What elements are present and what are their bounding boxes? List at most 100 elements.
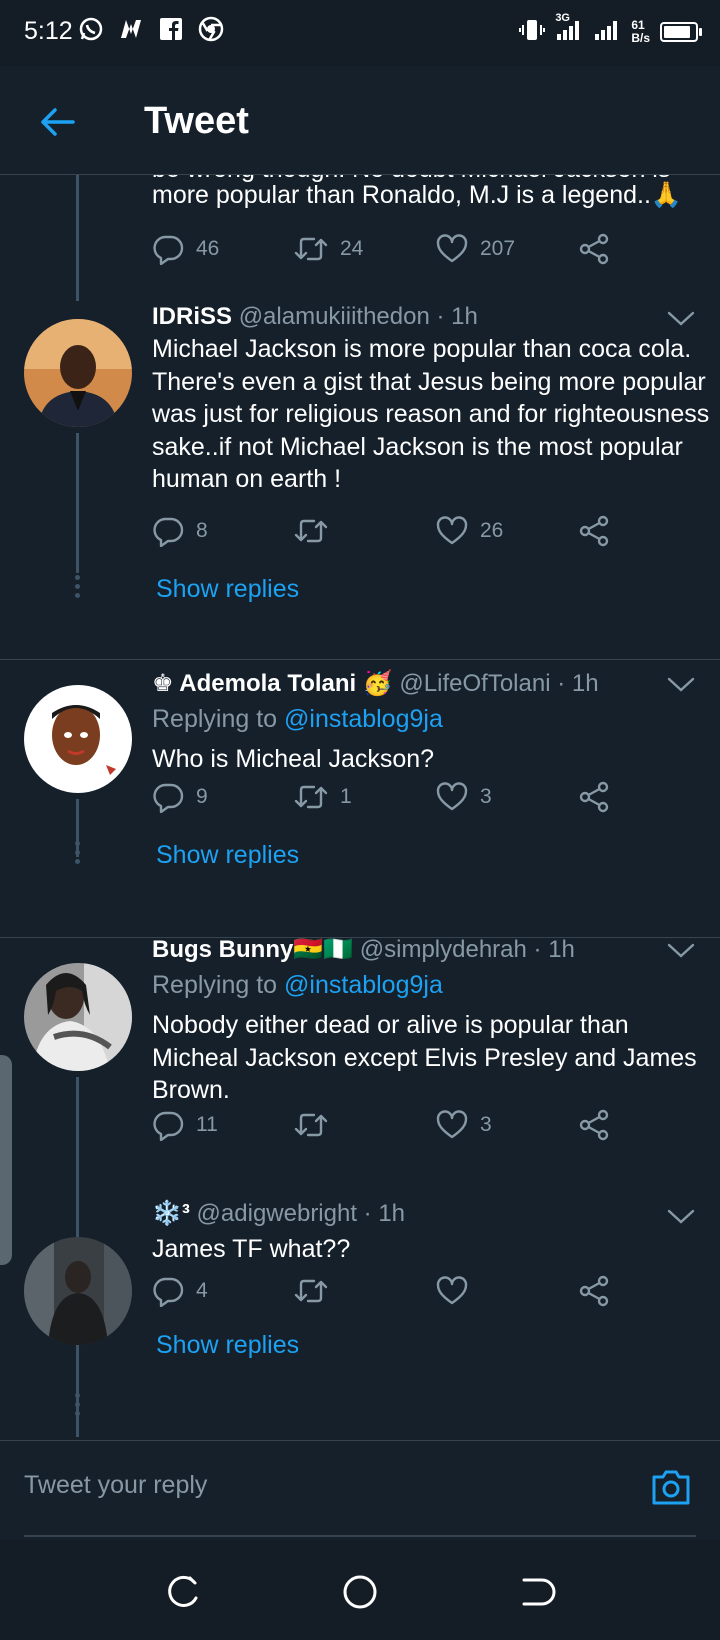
share-button[interactable] bbox=[578, 779, 610, 815]
avatar[interactable] bbox=[24, 1237, 132, 1345]
reply-button[interactable]: 11 bbox=[152, 1107, 218, 1143]
reply-input[interactable]: Tweet your reply bbox=[24, 1471, 207, 1500]
edge-panel-handle[interactable] bbox=[0, 1055, 12, 1265]
like-button[interactable]: 207 bbox=[436, 231, 515, 267]
like-button[interactable]: 26 bbox=[436, 513, 503, 549]
battery-fill bbox=[664, 25, 690, 38]
share-button[interactable] bbox=[578, 1107, 610, 1143]
reply-count: 9 bbox=[196, 785, 208, 808]
share-button[interactable] bbox=[578, 513, 610, 549]
display-name[interactable]: ♚ Ademola Tolani 🥳 bbox=[152, 670, 393, 697]
replying-handle-link[interactable]: @instablog9ja bbox=[284, 971, 443, 999]
reply-button[interactable]: 4 bbox=[152, 1273, 208, 1309]
thread-line bbox=[76, 433, 79, 573]
retweet-button[interactable] bbox=[294, 1107, 340, 1143]
news-icon bbox=[118, 16, 144, 42]
back-nav-icon[interactable] bbox=[516, 1572, 556, 1612]
reply-button[interactable]: 9 bbox=[152, 779, 208, 815]
user-handle[interactable]: @adigwebright bbox=[197, 1200, 357, 1227]
reply-icon bbox=[153, 1277, 184, 1307]
tweet-actions: 46 24 207 bbox=[152, 231, 622, 267]
page-title: Tweet bbox=[144, 100, 249, 142]
like-count: 26 bbox=[480, 519, 504, 542]
tweet-actions: 11 3 bbox=[152, 1107, 622, 1143]
replying-to: Replying to @instablog9ja bbox=[152, 971, 443, 1000]
share-icon bbox=[579, 515, 609, 547]
reply-count: 4 bbox=[196, 1279, 208, 1302]
retweet-button[interactable]: 24 bbox=[294, 231, 363, 267]
back-button[interactable] bbox=[30, 98, 84, 146]
facebook-icon bbox=[158, 16, 184, 42]
reply-icon bbox=[153, 783, 184, 813]
reply-icon bbox=[153, 235, 184, 265]
tweet-time: · 1h bbox=[557, 670, 599, 697]
notification-icons bbox=[78, 16, 224, 42]
retweet-count: 24 bbox=[340, 237, 364, 260]
heart-icon bbox=[436, 1110, 468, 1139]
user-handle[interactable]: @simplydehrah bbox=[360, 936, 527, 963]
network-speed: 61 B/s bbox=[631, 17, 650, 45]
status-time: 5:12 bbox=[24, 17, 73, 45]
show-replies-link[interactable]: Show replies bbox=[156, 841, 299, 870]
net-speed-value: 61 bbox=[631, 17, 645, 32]
net-speed-unit: B/s bbox=[631, 30, 650, 45]
retweet-icon bbox=[294, 237, 328, 261]
retweet-icon bbox=[294, 519, 328, 543]
share-icon bbox=[579, 233, 609, 265]
replying-to: Replying to @instablog9ja bbox=[152, 705, 443, 734]
share-button[interactable] bbox=[578, 1273, 610, 1309]
show-replies-link[interactable]: Show replies bbox=[156, 575, 299, 604]
reply-icon bbox=[153, 517, 184, 547]
share-icon bbox=[579, 781, 609, 813]
top-app-bar: Tweet bbox=[0, 66, 720, 175]
arrow-left-icon bbox=[41, 108, 75, 136]
thread-line bbox=[76, 175, 79, 301]
heart-icon bbox=[436, 234, 468, 263]
avatar[interactable] bbox=[24, 685, 132, 793]
tweet-actions: 8 26 bbox=[152, 513, 622, 549]
avatar[interactable] bbox=[24, 319, 132, 427]
user-handle[interactable]: @alamukiiithedon bbox=[239, 303, 430, 330]
retweet-button[interactable] bbox=[294, 1273, 340, 1309]
tweet-actions: 9 1 3 bbox=[152, 779, 622, 815]
heart-icon bbox=[436, 782, 468, 811]
system-indicators: 3G 61 B/s bbox=[519, 12, 702, 45]
like-button[interactable] bbox=[436, 1273, 480, 1309]
like-count: 3 bbox=[480, 1113, 492, 1136]
whatsapp-icon bbox=[78, 16, 104, 42]
share-button[interactable] bbox=[578, 231, 610, 267]
chevron-down-icon[interactable] bbox=[666, 675, 696, 695]
display-name[interactable]: Bugs Bunny🇬🇭🇳🇬 bbox=[152, 936, 353, 963]
chevron-down-icon[interactable] bbox=[666, 309, 696, 329]
camera-icon[interactable] bbox=[650, 1467, 692, 1507]
retweet-button[interactable] bbox=[294, 513, 340, 549]
recents-icon[interactable] bbox=[164, 1572, 204, 1612]
conversation-thread[interactable]: be wrong though. No doubt Michael Jackso… bbox=[0, 175, 720, 1440]
user-handle[interactable]: @LifeOfTolani bbox=[399, 670, 550, 697]
more-dots bbox=[75, 575, 80, 598]
like-button[interactable]: 3 bbox=[436, 1107, 492, 1143]
chevron-down-icon[interactable] bbox=[666, 941, 696, 961]
vibrate-icon bbox=[519, 18, 546, 45]
tweet-text: Nobody either dead or alive is popular t… bbox=[152, 1011, 697, 1104]
reply-button[interactable]: 8 bbox=[152, 513, 208, 549]
system-nav-bar bbox=[0, 1540, 720, 1640]
avatar[interactable] bbox=[24, 963, 132, 1071]
like-button[interactable]: 3 bbox=[436, 779, 492, 815]
reply-button[interactable]: 46 bbox=[152, 231, 219, 267]
home-icon[interactable] bbox=[340, 1572, 380, 1612]
retweet-button[interactable]: 1 bbox=[294, 779, 352, 815]
display-name[interactable]: IDRiSS bbox=[152, 303, 232, 330]
signal-icon-sim1: 3G bbox=[555, 12, 583, 45]
tweet-actions: 4 bbox=[152, 1273, 622, 1309]
chevron-down-icon[interactable] bbox=[666, 1207, 696, 1227]
show-replies-link[interactable]: Show replies bbox=[156, 1331, 299, 1360]
tweet-time: · 1h bbox=[436, 303, 478, 330]
display-name[interactable]: ❄️³ bbox=[152, 1200, 190, 1227]
replying-handle-link[interactable]: @instablog9ja bbox=[284, 705, 443, 733]
reply-input-underline bbox=[24, 1535, 696, 1537]
reply-count: 46 bbox=[196, 237, 220, 260]
tweet-text: James TF what?? bbox=[152, 1235, 351, 1263]
like-count: 207 bbox=[480, 237, 516, 260]
replying-label: Replying to bbox=[152, 971, 278, 999]
